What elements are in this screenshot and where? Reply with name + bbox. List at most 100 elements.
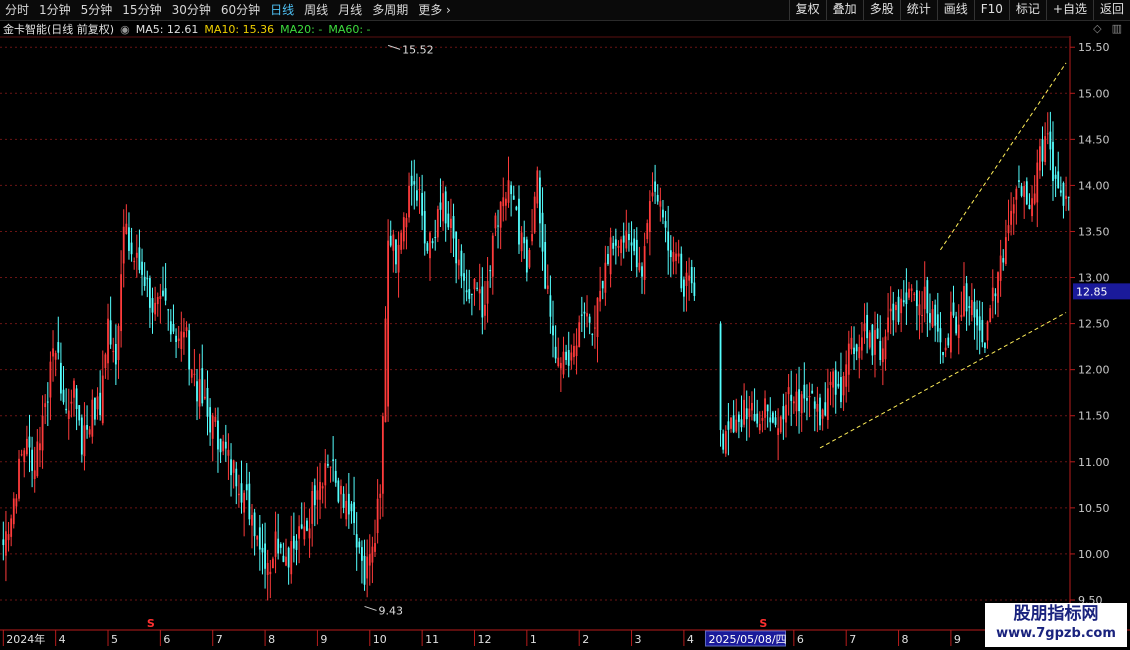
candle-body [410,175,413,186]
candle-body [473,278,476,290]
candle-body [206,387,209,417]
candle-body [232,460,235,473]
candle-body [114,343,117,365]
y-tick-label: 12.50 [1078,318,1110,331]
candle-body [850,337,853,350]
candle-body [86,425,88,430]
candle-body [73,380,75,398]
x-tick-label: 11 [425,633,439,646]
candle-body [779,416,782,433]
candle-body [295,540,298,550]
candle-body [855,344,858,352]
candle-body [258,527,261,550]
candle-body [261,547,264,553]
candle-body [620,239,622,254]
candle-body [824,402,827,416]
candle-body [450,218,452,229]
candle-body [272,558,274,569]
candle-body [761,417,764,421]
candle-body [5,531,7,556]
candle-body [648,201,651,232]
candle-body [285,556,287,566]
candle-body [651,192,654,197]
candle-body [497,225,499,227]
candle-body [374,543,376,552]
candle-body [643,246,646,280]
x-tick-label: 10 [373,633,387,646]
candle-body [489,270,492,272]
candle-body [311,490,314,524]
candle-body [782,406,785,420]
candle-body [426,243,429,251]
candle-body [214,416,217,422]
candle-body [934,304,937,326]
candle-body [965,283,968,312]
candle-body [235,468,238,487]
candle-body [533,196,536,233]
candle-body [133,261,136,263]
candle-body [512,195,515,200]
candle-body [735,419,738,432]
candle-body [185,327,188,332]
candle-body [476,287,479,289]
candle-body [997,272,999,303]
candle-body [1041,139,1044,162]
candle-body [230,459,232,476]
candle-body [154,302,157,315]
candle-body [588,316,591,323]
x-tick-label: 6 [797,633,804,646]
candle-body [994,293,997,297]
candle-body [350,503,353,512]
candle-body [415,190,418,201]
candle-body [785,404,787,423]
candle-body [130,242,133,255]
candle-body [287,547,290,568]
candle-body [248,483,251,520]
candle-body [209,407,212,433]
candle-body [766,404,769,412]
y-tick-label: 12.00 [1078,364,1110,377]
candle-body [321,486,324,489]
candle-body [539,177,541,224]
candlestick-chart[interactable]: 15.50 15.00 14.50 14.00 13.50 13.00 12.50 12.00… [0,0,1130,650]
x-tick-label: 8 [902,633,909,646]
candle-body [1046,133,1049,135]
candle-body [253,512,256,537]
candle-body [337,480,340,502]
y-tick-label: 14.50 [1078,133,1110,146]
candle-body [685,272,688,287]
candle-body [816,403,819,412]
candle-body [936,314,939,332]
candle-body [633,238,636,252]
candle-body [826,388,829,420]
candle-body [792,401,795,404]
dividend-mark: S [759,617,767,630]
candle-body [1036,162,1039,203]
x-tick-label: 1 [530,633,537,646]
candle-body [727,421,730,430]
candle-body [952,302,955,316]
candle-body [1007,225,1010,234]
candle-body [895,305,897,311]
candle-body [751,402,753,411]
candle-body [740,419,743,428]
candle-body [690,266,693,284]
candle-body [429,232,431,259]
candle-body [955,316,958,334]
candle-body [908,288,910,298]
candle-body [1067,196,1070,198]
candle-body [771,412,774,423]
candle-body [724,431,727,454]
candle-body [28,436,31,448]
candle-body [847,343,850,375]
candle-body [531,234,533,242]
candle-body [963,286,965,316]
candle-body [148,278,151,308]
candle-body [578,322,581,348]
candle-body [211,415,214,439]
candle-body [400,232,403,250]
candle-body [528,250,531,268]
candle-body [457,259,460,266]
candle-body [363,555,366,585]
candle-body [562,351,565,375]
